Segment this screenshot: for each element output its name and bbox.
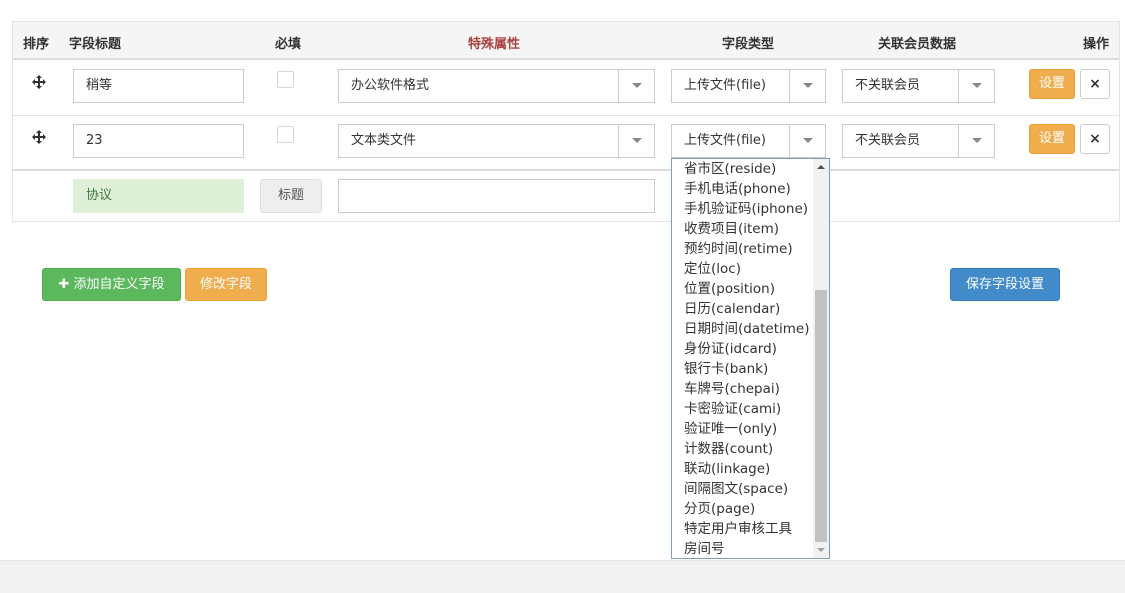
add-custom-field-button[interactable]: ✚ 添加自定义字段: [42, 268, 181, 301]
new-field-title-input[interactable]: 协议: [73, 179, 244, 213]
special-attribute-value: 文本类文件: [351, 133, 417, 148]
caret-down-icon: [618, 125, 654, 157]
dropdown-option[interactable]: 银行卡(bank): [672, 359, 814, 379]
field-title-input[interactable]: 23: [73, 124, 244, 158]
header-type: 字段类型: [722, 37, 775, 52]
modify-field-button[interactable]: 修改字段: [185, 268, 267, 301]
required-checkbox[interactable]: [277, 126, 294, 143]
close-icon[interactable]: ×: [1080, 124, 1110, 154]
dropdown-option[interactable]: 卡密验证(cami): [672, 399, 814, 419]
dropdown-option[interactable]: 手机电话(phone): [672, 179, 814, 199]
footer-bar: [0, 560, 1125, 593]
dropdown-option[interactable]: 位置(position): [672, 279, 814, 299]
title-button[interactable]: 标题: [260, 179, 322, 213]
field-title-input[interactable]: 稍等: [73, 69, 244, 103]
field-type-dropdown-list[interactable]: 省市区(reside) 手机电话(phone) 手机验证码(iphone) 收费项目(…: [671, 158, 830, 559]
header-title: 字段标题: [69, 37, 122, 52]
dropdown-option[interactable]: 定位(loc): [672, 259, 814, 279]
scroll-down-icon[interactable]: [817, 548, 825, 552]
save-field-settings-button[interactable]: 保存字段设置: [950, 268, 1060, 301]
settings-button[interactable]: 设置: [1029, 124, 1075, 154]
dropdown-option[interactable]: 特定用户审核工具: [672, 519, 814, 539]
dropdown-scrollbar[interactable]: [813, 159, 829, 558]
dropdown-option[interactable]: 收费项目(item): [672, 219, 814, 239]
dropdown-option[interactable]: 计数器(count): [672, 439, 814, 459]
move-arrows-icon[interactable]: [32, 75, 46, 89]
header-sort: 排序: [23, 37, 50, 52]
caret-down-icon: [958, 70, 994, 102]
dropdown-option[interactable]: 分页(page): [672, 499, 814, 519]
dropdown-options: 省市区(reside) 手机电话(phone) 手机验证码(iphone) 收费项目(…: [672, 159, 814, 558]
caret-down-icon: [789, 125, 825, 157]
field-type-value: 上传文件(file): [684, 133, 766, 148]
plus-icon: ✚: [58, 277, 70, 292]
header-member: 关联会员数据: [878, 37, 957, 52]
member-data-value: 不关联会员: [855, 133, 921, 148]
dropdown-option[interactable]: 联动(linkage): [672, 459, 814, 479]
new-field-extra-input[interactable]: [338, 179, 655, 213]
scrollbar-thumb[interactable]: [815, 290, 827, 542]
field-type-select[interactable]: 上传文件(file): [671, 124, 826, 158]
special-attribute-select[interactable]: 文本类文件: [338, 124, 655, 158]
row-divider: [13, 115, 1119, 116]
field-type-select[interactable]: 上传文件(file): [671, 69, 826, 103]
dropdown-option[interactable]: 车牌号(chepai): [672, 379, 814, 399]
dropdown-option[interactable]: 日期时间(datetime): [672, 319, 814, 339]
dropdown-option[interactable]: 验证唯一(only): [672, 419, 814, 439]
move-arrows-icon[interactable]: [32, 130, 46, 144]
table-header: 排序 字段标题 必填 特殊属性 字段类型 关联会员数据 操作: [13, 22, 1119, 60]
field-type-value: 上传文件(file): [684, 78, 766, 93]
dropdown-option[interactable]: 房间号: [672, 539, 814, 558]
member-data-select[interactable]: 不关联会员: [842, 69, 995, 103]
caret-down-icon: [958, 125, 994, 157]
close-icon[interactable]: ×: [1080, 69, 1110, 99]
special-attribute-value: 办公软件格式: [351, 78, 430, 93]
dropdown-option[interactable]: 省市区(reside): [672, 159, 814, 179]
special-attribute-select[interactable]: 办公软件格式: [338, 69, 655, 103]
header-required: 必填: [275, 37, 302, 52]
caret-down-icon: [789, 70, 825, 102]
settings-button[interactable]: 设置: [1029, 69, 1075, 99]
member-data-select[interactable]: 不关联会员: [842, 124, 995, 158]
dropdown-option[interactable]: 预约时间(retime): [672, 239, 814, 259]
dropdown-option[interactable]: 手机验证码(iphone): [672, 199, 814, 219]
dropdown-option[interactable]: 间隔图文(space): [672, 479, 814, 499]
header-ops: 操作: [1083, 37, 1110, 52]
row-divider: [13, 169, 1119, 171]
add-custom-field-label: 添加自定义字段: [73, 277, 165, 292]
header-special: 特殊属性: [468, 37, 521, 52]
member-data-value: 不关联会员: [855, 78, 921, 93]
required-checkbox[interactable]: [277, 71, 294, 88]
caret-down-icon: [618, 70, 654, 102]
scroll-up-icon[interactable]: [817, 165, 825, 169]
dropdown-option[interactable]: 身份证(idcard): [672, 339, 814, 359]
dropdown-option[interactable]: 日历(calendar): [672, 299, 814, 319]
